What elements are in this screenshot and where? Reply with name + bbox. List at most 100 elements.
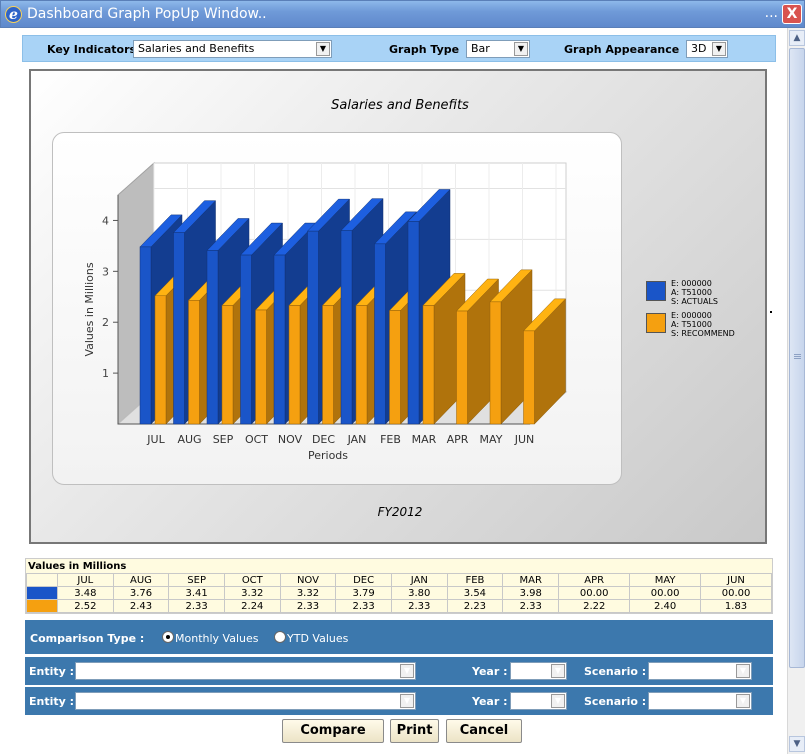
chevron-down-icon: ▼ — [712, 42, 726, 56]
table-cell: 00.00 — [629, 586, 702, 600]
bar — [322, 305, 334, 425]
key-indicators-select[interactable]: Salaries and Benefits ▼ — [133, 40, 332, 58]
chevron-down-icon: ▼ — [400, 694, 414, 708]
bar-chart: 1 2 3 4 JUL AUG SEP OCT NOV DEC JAN FEB MAR APR MAY JUN… — [83, 161, 568, 462]
monthly-values-label[interactable]: Monthly Values — [175, 632, 258, 645]
scroll-grip-icon — [794, 354, 801, 355]
table-cell: 3.98 — [502, 586, 560, 600]
ytd-values-radio[interactable] — [274, 631, 286, 643]
table-cell: 3.76 — [112, 586, 170, 600]
graph-appearance-label: Graph Appearance — [564, 43, 680, 56]
print-button[interactable]: Print — [390, 719, 439, 743]
scroll-thumb[interactable] — [789, 48, 805, 668]
month-header: FEB — [446, 573, 504, 587]
chart-plot-frame: 1 2 3 4 JUL AUG SEP OCT NOV DEC JAN FEB MAR APR MAY JUN… — [52, 132, 622, 485]
vertical-scrollbar[interactable]: ▲ ▼ — [787, 28, 805, 754]
x-tick-label: JUN — [514, 433, 535, 446]
table-cell: 3.32 — [279, 586, 337, 600]
y-tick-label: 1 — [102, 367, 109, 380]
chevron-down-icon: ▼ — [736, 694, 750, 708]
month-header: MAY — [629, 573, 702, 587]
x-axis-label: Periods — [308, 449, 348, 462]
table-cell: 2.23 — [446, 599, 504, 613]
compare-button[interactable]: Compare — [282, 719, 384, 743]
x-tick-label: AUG — [177, 433, 201, 446]
table-cell: 00.00 — [558, 586, 631, 600]
x-tick-label: NOV — [278, 433, 303, 446]
entity-value: 000000-City - ALL FUNDS — [80, 694, 220, 707]
year-select-1[interactable]: 2012 ▼ — [510, 662, 567, 680]
values-table: JUL AUG SEP OCT NOV DEC JAN FEB MAR APR … — [26, 573, 772, 613]
legend-line: E: 000000 — [671, 279, 712, 288]
bar — [307, 230, 319, 425]
table-cell: 3.32 — [223, 586, 281, 600]
chart-title: Salaries and Benefits — [331, 98, 469, 113]
x-tick-label: DEC — [312, 433, 335, 446]
legend-swatch — [646, 313, 666, 333]
entity-select-1[interactable]: 000000-City - ALL FUNDS ▼ — [75, 662, 416, 680]
bar — [374, 243, 386, 425]
legend-line: S: RECOMMEND — [671, 329, 735, 338]
ytd-values-label[interactable]: YTD Values — [287, 632, 348, 645]
scroll-down-arrow-icon[interactable]: ▼ — [789, 736, 805, 752]
scroll-up-arrow-icon[interactable]: ▲ — [789, 30, 805, 46]
month-header: OCT — [223, 573, 281, 587]
bar — [355, 305, 368, 425]
month-header: MAR — [502, 573, 560, 587]
table-cell: 2.22 — [558, 599, 631, 613]
month-header: JAN — [390, 573, 448, 587]
scenario-value: ACTUALS — [653, 664, 704, 677]
entity-select-2[interactable]: 000000-City - ALL FUNDS ▼ — [75, 692, 416, 710]
entity-label: Entity : — [29, 665, 75, 678]
title-ellipsis: ... — [764, 5, 778, 21]
scenario-select-2[interactable]: RECOMMEND ▼ — [648, 692, 752, 710]
entity-label: Entity : — [29, 695, 75, 708]
monthly-values-radio[interactable] — [162, 631, 174, 643]
x-tick-label: FEB — [380, 433, 401, 446]
graph-appearance-select[interactable]: 3D ▼ — [686, 40, 728, 58]
bar — [489, 301, 502, 425]
x-tick-label: MAY — [480, 433, 503, 446]
scenario-label: Scenario : — [584, 665, 647, 678]
x-tick-label: MAR — [412, 433, 437, 446]
table-cell: 2.43 — [112, 599, 170, 613]
table-cell: 2.33 — [502, 599, 560, 613]
scenario-select-1[interactable]: ACTUALS ▼ — [648, 662, 752, 680]
chart-panel: Salaries and Benefits 1 2 3 4 JUL AUG SEP OCT NO… — [29, 69, 767, 544]
row-color-swatch — [26, 599, 58, 613]
chart-footer: FY2012 — [377, 505, 423, 519]
month-header: JUN — [700, 573, 772, 587]
values-table-panel: Values in Millions JUL AUG SEP OCT NOV D… — [25, 558, 773, 614]
graph-type-select[interactable]: Bar ▼ — [466, 40, 530, 58]
bar — [340, 230, 353, 425]
close-icon[interactable]: X — [782, 4, 802, 24]
scenario-value: RECOMMEND — [653, 694, 727, 707]
x-tick-label: APR — [447, 433, 469, 446]
bar — [206, 250, 219, 425]
table-cell: 2.40 — [629, 599, 702, 613]
chevron-down-icon: ▼ — [736, 664, 750, 678]
y-tick-label: 2 — [102, 316, 109, 329]
year-select-2[interactable]: 2012 ▼ — [510, 692, 567, 710]
chevron-down-icon: ▼ — [316, 42, 330, 56]
month-header: NOV — [279, 573, 337, 587]
values-table-title: Values in Millions — [28, 561, 127, 572]
year-value: 2012 — [515, 694, 543, 707]
table-cell: 3.80 — [390, 586, 448, 600]
cancel-button[interactable]: Cancel — [446, 719, 522, 743]
y-tick-label: 3 — [102, 265, 109, 278]
comparison-type-band: Comparison Type : Monthly Values YTD Val… — [25, 620, 773, 654]
entity-row-2: Entity : 000000-City - ALL FUNDS ▼ Year … — [25, 687, 773, 715]
bar — [139, 246, 152, 425]
table-cell: 2.24 — [223, 599, 281, 613]
x-tick-label: JUL — [146, 433, 165, 446]
bar — [523, 330, 535, 425]
legend-line: A: T51000 — [671, 288, 712, 297]
month-header: APR — [558, 573, 631, 587]
table-cell: 3.79 — [335, 586, 392, 600]
bar — [173, 232, 185, 425]
year-value: 2012 — [515, 664, 543, 677]
window-title: Dashboard Graph PopUp Window.. — [27, 6, 267, 22]
entity-value: 000000-City - ALL FUNDS — [80, 664, 220, 677]
entity-row-1: Entity : 000000-City - ALL FUNDS ▼ Year … — [25, 657, 773, 685]
